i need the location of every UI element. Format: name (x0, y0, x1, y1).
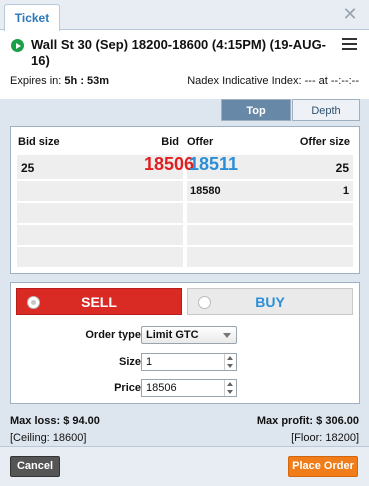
bid-size: 25 (21, 161, 35, 175)
buy-button[interactable]: BUY (187, 288, 353, 315)
offer-header: Offer (187, 136, 214, 148)
expires-value: 5h : 53m (64, 75, 110, 87)
price-value: 18506 (146, 382, 177, 394)
tab-ticket[interactable]: Ticket (4, 4, 60, 31)
market-title: Wall St 30 (Sep) 18200-18600 (4:15PM) (1… (31, 37, 327, 68)
offer-size: 25 (335, 161, 349, 175)
max-loss: Max loss: $ 94.00 (10, 415, 100, 427)
up-arrow-icon[interactable] (227, 382, 233, 386)
menu-icon[interactable] (342, 38, 357, 50)
place-order-button[interactable]: Place Order (288, 456, 358, 477)
ceiling: [Ceiling: 18600] (10, 432, 87, 444)
bid-price: 18506 (143, 154, 194, 174)
order-book: Bid size Bid Offer Offer size 25 18506 1… (10, 126, 360, 274)
buy-radio[interactable] (198, 296, 211, 309)
bid-row (17, 181, 183, 201)
play-icon (11, 39, 24, 52)
up-arrow-icon[interactable] (227, 356, 233, 360)
down-arrow-icon[interactable] (227, 364, 233, 368)
max-profit-label: Max profit: (256, 415, 314, 427)
offer-price: 18580 (190, 185, 221, 197)
max-profit: Max profit: $ 306.00 (257, 415, 359, 427)
order-type-select[interactable]: Limit GTC (141, 326, 237, 344)
price-stepper[interactable]: 18506 (141, 379, 237, 397)
bid-header: Bid (161, 136, 179, 148)
sell-radio[interactable] (27, 296, 40, 309)
offer-price: 18511 (189, 154, 239, 174)
tab-top[interactable]: Top (221, 99, 291, 121)
sell-label: SELL (81, 294, 117, 310)
order-type-value: Limit GTC (146, 329, 199, 341)
order-form: SELL BUY Order type Limit GTC Size 1 Pri… (10, 282, 360, 404)
floor: [Floor: 18200] (291, 432, 359, 444)
market-header: Wall St 30 (Sep) 18200-18600 (4:15PM) (1… (0, 31, 369, 99)
ticket-tabbar: Ticket ✕ (0, 0, 369, 31)
size-label: Size (118, 356, 141, 368)
size-stepper[interactable]: 1 (141, 353, 237, 371)
order-type-label: Order type (85, 329, 141, 341)
offer-size: 1 (342, 185, 349, 197)
bid-row (17, 225, 183, 245)
offer-size-header: Offer size (299, 136, 350, 148)
offer-row (187, 203, 353, 223)
close-icon[interactable]: ✕ (340, 4, 360, 24)
expires-info: Expires in: 5h : 53m (10, 75, 109, 87)
size-value: 1 (146, 356, 153, 368)
ticket-body: Top Depth Bid size Bid Offer Offer size … (0, 99, 369, 486)
sell-button[interactable]: SELL (16, 288, 182, 315)
offer-row (187, 247, 353, 267)
cancel-button[interactable]: Cancel (10, 456, 60, 477)
ticket-footer: Cancel Place Order (0, 446, 369, 486)
size-arrows[interactable] (224, 354, 236, 370)
price-arrows[interactable] (224, 380, 236, 396)
nadex-indicative-index: Nadex Indicative Index: --- at --:--:-- (187, 75, 359, 87)
tab-depth[interactable]: Depth (292, 99, 360, 121)
price-label: Price (114, 382, 141, 394)
bid-size-header: Bid size (18, 136, 60, 148)
max-profit-value: $ 306.00 (316, 415, 359, 427)
buy-label: BUY (255, 294, 285, 310)
bid-row (17, 247, 183, 267)
bid-row (17, 203, 183, 223)
chevron-down-icon (223, 333, 231, 338)
max-loss-label: Max loss: (10, 415, 61, 427)
expires-label: Expires in: (10, 75, 62, 87)
down-arrow-icon[interactable] (227, 390, 233, 394)
offer-row (187, 225, 353, 245)
max-loss-value: $ 94.00 (63, 415, 100, 427)
